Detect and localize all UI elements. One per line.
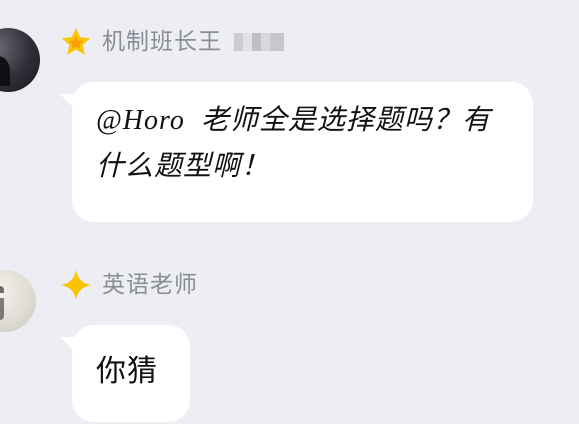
sender-row: 机制班长王 [60, 26, 284, 58]
chat-message: 机制班长王 @Horo 老师全是选择题吗？有什么题型啊！ [0, 0, 579, 230]
chat-thread: 机制班长王 @Horo 老师全是选择题吗？有什么题型啊！ 英语老师 你猜 [0, 0, 579, 424]
star-badge-icon [61, 28, 91, 55]
sender-row: 英语老师 [60, 269, 198, 301]
chat-message: 英语老师 你猜 [0, 252, 579, 424]
diamond-star-badge-icon [61, 270, 91, 300]
message-bubble[interactable]: 你猜 [72, 325, 190, 422]
sender-name[interactable]: 机制班长王 [102, 30, 222, 54]
message-bubble[interactable]: @Horo 老师全是选择题吗？有什么题型啊！ [72, 82, 533, 222]
avatar-figure [0, 286, 4, 320]
message-text: 你猜 [96, 354, 158, 389]
redacted-name-mosaic [234, 33, 284, 51]
sender-name[interactable]: 英语老师 [102, 273, 198, 297]
avatar[interactable] [0, 28, 40, 92]
message-text: @Horo 老师全是选择题吗？有什么题型啊！ [96, 105, 491, 182]
avatar[interactable] [0, 270, 36, 332]
